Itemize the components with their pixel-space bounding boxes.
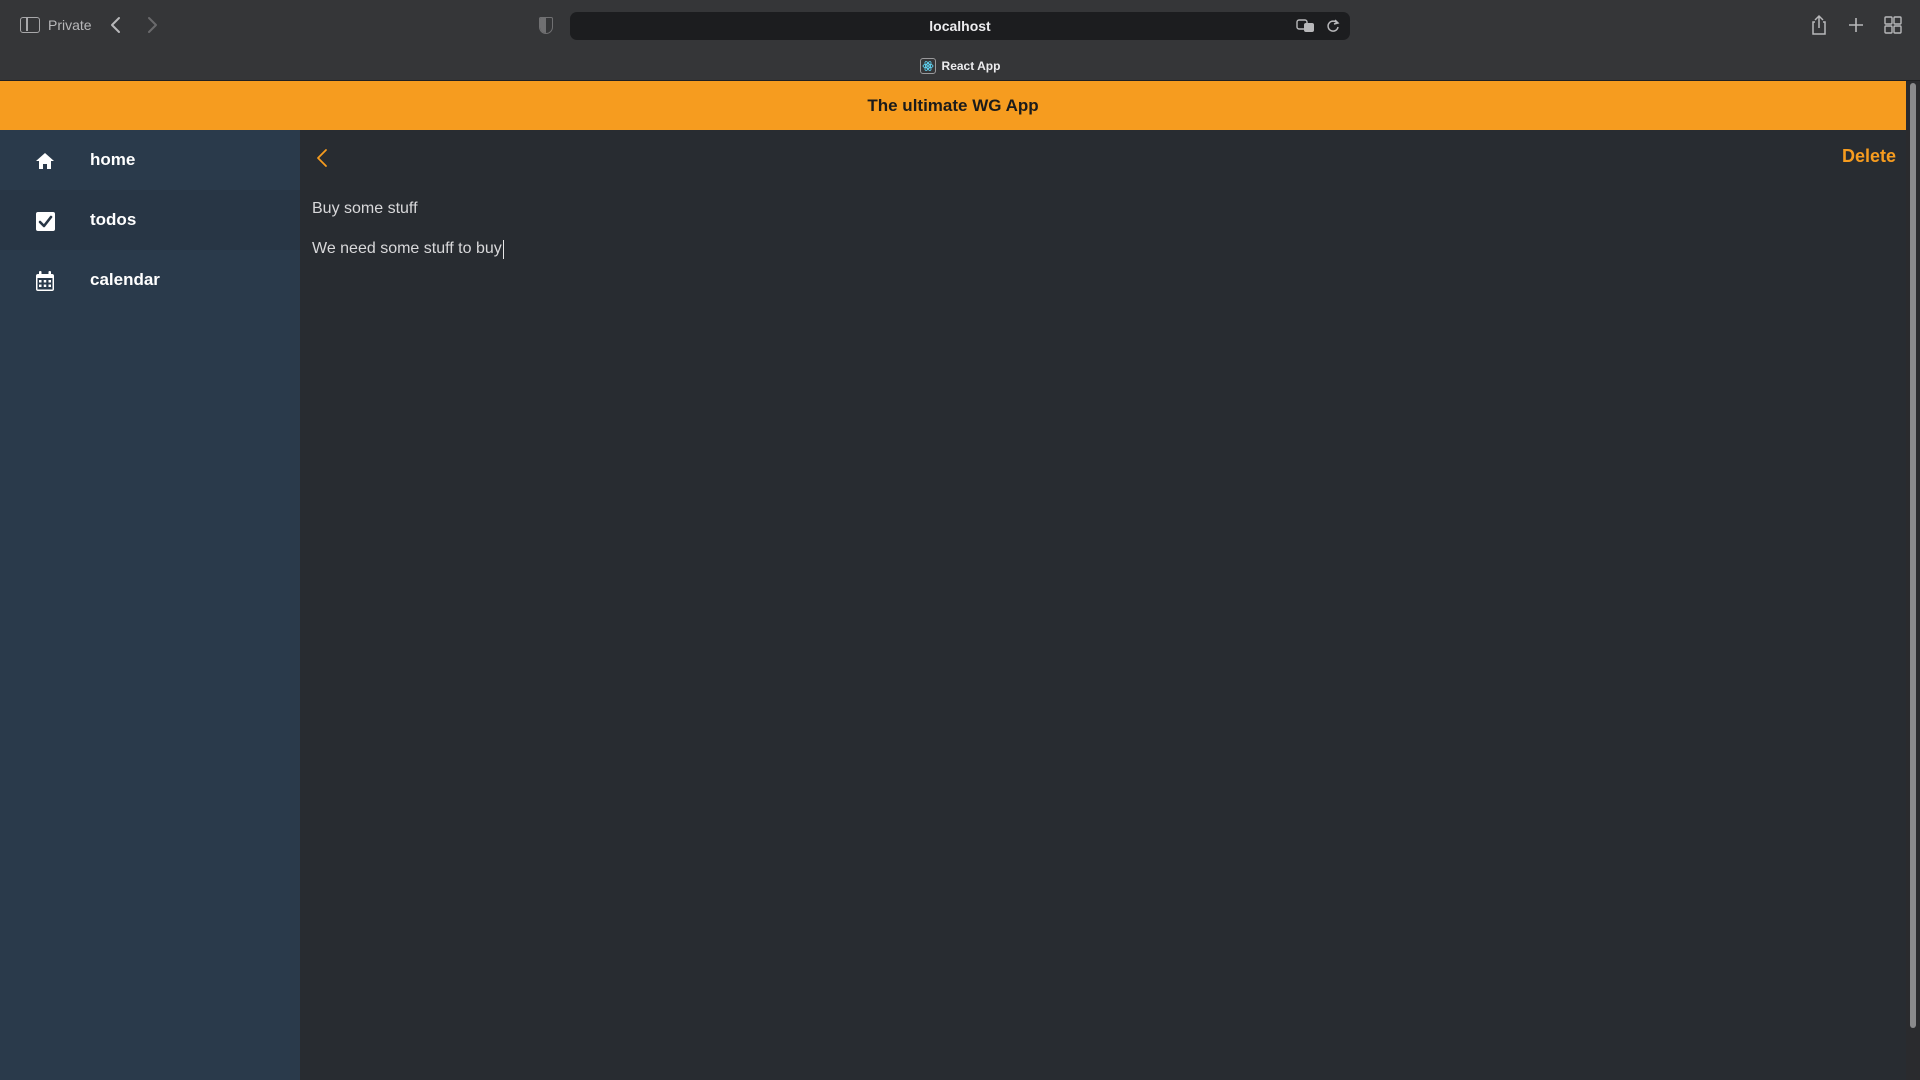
translate-icon[interactable]	[1296, 19, 1316, 33]
address-bar[interactable]: localhost	[570, 12, 1350, 40]
back-button[interactable]	[312, 146, 332, 170]
sidebar: home todos calendar	[0, 130, 300, 1080]
browser-toolbar: Private localhost	[0, 0, 1920, 51]
app-header: The ultimate WG App	[0, 81, 1906, 130]
checkbox-icon	[34, 210, 56, 232]
active-tab[interactable]: React App	[0, 55, 1920, 77]
page-scrollbar[interactable]	[1906, 81, 1920, 1080]
browser-chrome: Private localhost React App	[0, 0, 1920, 81]
share-icon[interactable]	[1808, 14, 1830, 36]
sidebar-toggle-icon[interactable]	[20, 17, 40, 33]
tab-overview-icon[interactable]	[1882, 14, 1904, 36]
chevron-left-icon	[317, 149, 327, 167]
shield-icon[interactable]	[539, 17, 553, 34]
url-text: localhost	[929, 18, 991, 34]
todo-description-text: We need some stuff to buy	[312, 240, 502, 257]
app-title: The ultimate WG App	[867, 95, 1039, 115]
reload-icon[interactable]	[1326, 19, 1340, 33]
forward-arrow-icon[interactable]	[142, 14, 162, 36]
sidebar-item-todos[interactable]: todos	[0, 190, 300, 250]
sidebar-item-calendar[interactable]: calendar	[0, 250, 300, 310]
private-label: Private	[48, 17, 92, 33]
delete-button[interactable]: Delete	[1842, 146, 1896, 167]
new-tab-icon[interactable]	[1845, 14, 1867, 36]
calendar-icon	[34, 270, 56, 292]
todo-description-field[interactable]: We need some stuff to buy	[312, 238, 504, 260]
sidebar-item-label: home	[90, 150, 136, 169]
todo-detail: Delete We need some stuff to buy	[300, 130, 1906, 1080]
back-arrow-icon[interactable]	[106, 14, 126, 36]
scrollbar-thumb[interactable]	[1910, 83, 1916, 1028]
text-cursor	[502, 239, 504, 259]
sidebar-item-label: todos	[90, 210, 137, 229]
sidebar-item-label: calendar	[90, 270, 160, 289]
sidebar-item-home[interactable]: home	[0, 130, 300, 190]
todo-title-field[interactable]	[312, 198, 1212, 220]
home-icon	[34, 150, 56, 172]
react-favicon	[919, 58, 936, 74]
tab-title: React App	[941, 59, 1001, 73]
